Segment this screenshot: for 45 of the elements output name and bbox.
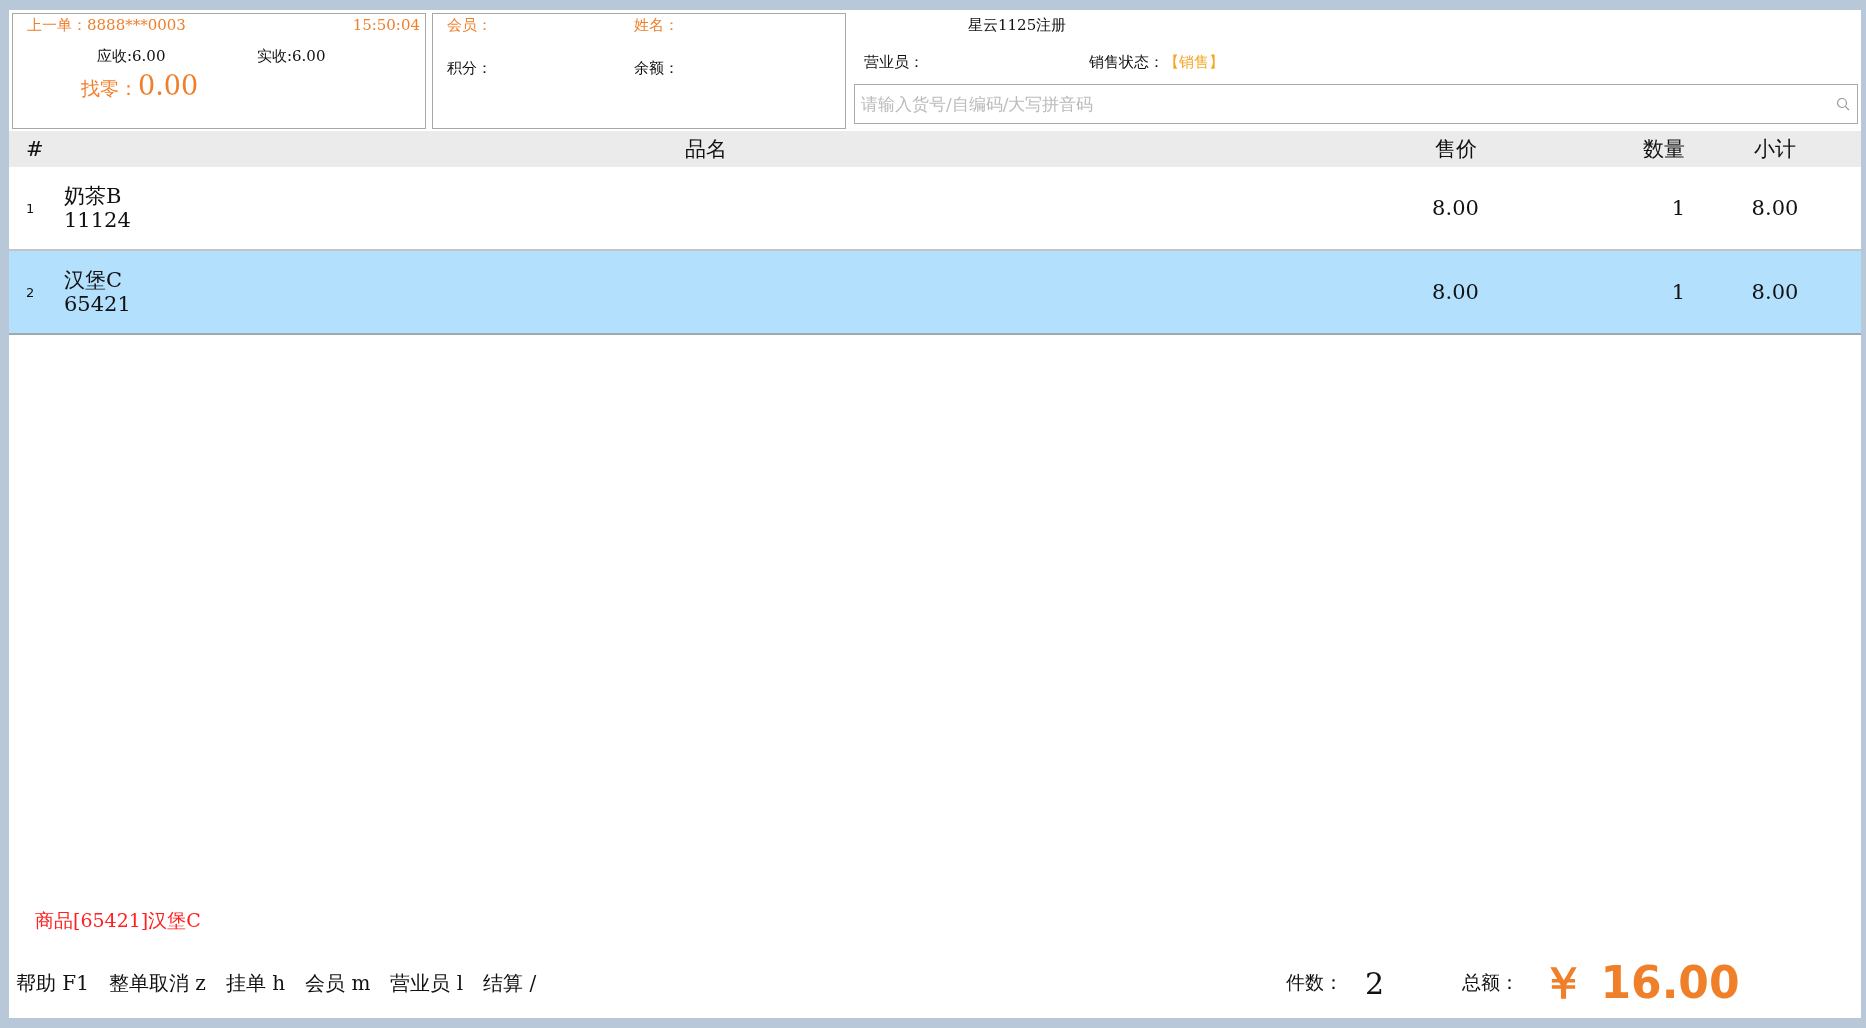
price-cell-text: 8.00 <box>1431 196 1480 220</box>
change-label: 找零： <box>81 76 138 101</box>
receivable-text: 应收:6.00 <box>97 47 167 66</box>
shortcut-hint: 会员 m <box>305 969 371 997</box>
status-message: 商品[65421]汉堡C <box>35 909 201 931</box>
quantity-cell-text: 1 <box>1670 196 1685 220</box>
table-row[interactable]: 2 汉堡C 65421 8.00 1 8.00 <box>9 251 1861 335</box>
name-label: 姓名： <box>634 16 679 35</box>
register-title: 星云1125注册 <box>968 16 1068 35</box>
column-header: 品名 <box>684 136 728 163</box>
last-order-number: 上一单：8888***0003 <box>27 16 186 35</box>
clerk-label: 营业员： <box>864 53 925 72</box>
shortcut-hint: 整单取消 z <box>108 969 206 997</box>
row-number: 2 <box>25 284 36 300</box>
sale-status-label: 销售状态： <box>1089 53 1164 72</box>
product-code: 11124 <box>64 208 132 232</box>
column-header: 售价 <box>1433 136 1478 163</box>
price-cell-text: 8.00 <box>1431 280 1480 304</box>
shortcut-hint: 结算 / <box>483 969 537 997</box>
column-header: # <box>25 137 45 161</box>
item-count-label: 件数： <box>1286 970 1343 995</box>
received-text: 实收:6.00 <box>257 47 326 66</box>
column-header: 小计 <box>1753 136 1797 163</box>
shortcut-hint: 帮助 F1 <box>16 969 89 997</box>
shortcut-hint: 挂单 h <box>225 969 286 997</box>
product-name: 奶茶B <box>64 184 123 208</box>
row-number: 1 <box>25 200 36 216</box>
change-value: 0.00 <box>138 70 199 101</box>
total-amount: ￥ 16.00 <box>1541 955 1740 1010</box>
shortcut-hint: 营业员 l <box>390 969 464 997</box>
subtotal-cell-text: 8.00 <box>1750 196 1800 220</box>
search-field[interactable]: 请输入货号/自编码/大写拼音码 <box>854 84 1858 124</box>
product-code: 65421 <box>64 292 132 316</box>
subtotal-cell-text: 8.00 <box>1750 280 1800 304</box>
total-amount-label: 总额： <box>1462 970 1520 995</box>
time-text: 15:50:04 <box>352 16 420 35</box>
balance-label: 余额： <box>634 59 679 78</box>
item-count: 2 <box>1365 965 1385 1001</box>
points-label: 积分： <box>447 59 492 78</box>
quantity-cell-text: 1 <box>1670 280 1685 304</box>
column-header: 数量 <box>1642 136 1685 163</box>
sale-status-value: 【销售】 <box>1164 53 1224 72</box>
member-label: 会员： <box>447 16 492 35</box>
product-name: 汉堡C <box>64 268 124 292</box>
search-icon <box>1836 97 1850 111</box>
